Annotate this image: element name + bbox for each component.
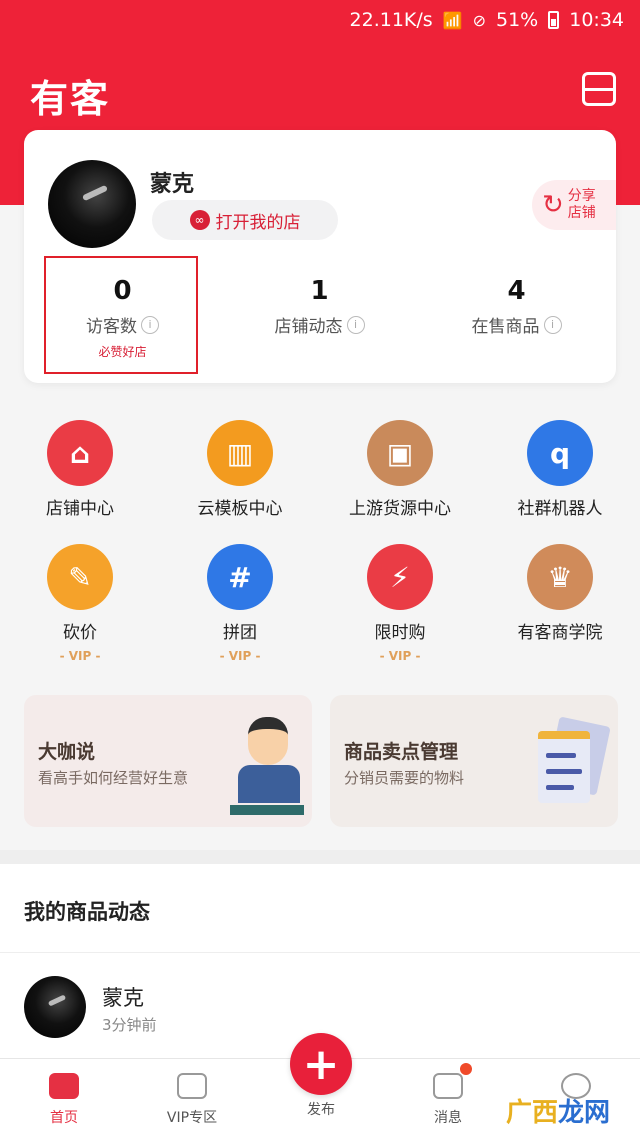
publish-button[interactable]: +: [290, 1033, 352, 1095]
battery-icon: [548, 11, 560, 29]
link-icon: ∞: [189, 210, 210, 230]
promo-card-selling-points[interactable]: 商品卖点管理 分销员需要的物料: [330, 695, 618, 827]
tab-label: 首页: [50, 1110, 78, 1126]
stat-label: 在售商品: [471, 317, 540, 337]
stat-products-on-sale[interactable]: 4 在售商品 i: [418, 270, 615, 370]
section-divider: [0, 850, 640, 864]
tool-label: 拼团: [223, 623, 257, 643]
stat-label-wrap: 在售商品 i: [418, 312, 615, 337]
info-icon[interactable]: i: [543, 315, 562, 334]
tool-group-buy[interactable]: # 拼团 - VIP -: [160, 534, 320, 679]
shop-name: 蒙克: [150, 172, 195, 197]
tool-bargain[interactable]: ✎ 砍价 - VIP -: [0, 534, 160, 679]
box-icon: ▣: [367, 420, 433, 486]
group-buy-icon: #: [207, 544, 273, 610]
template-icon: ▥: [207, 420, 273, 486]
vip-tag: - VIP -: [379, 649, 421, 663]
stat-visitors[interactable]: 0 访客数 i 必赞好店: [24, 256, 221, 374]
stats-row: 0 访客数 i 必赞好店 1 店铺动态 i 4 在售商品 i: [24, 256, 616, 374]
tools-row: ⌂ 店铺中心 ▥ 云模板中心 ▣ 上游货源中心 q 社群机器人: [0, 410, 640, 534]
tool-academy[interactable]: ♛ 有客商学院: [480, 534, 640, 679]
vip-tag: - VIP -: [219, 649, 261, 663]
highlight-box: [44, 256, 198, 374]
unread-badge: [460, 1063, 472, 1075]
share-icon: ↻: [542, 190, 564, 220]
documents-illustration: [538, 716, 611, 805]
tool-community-bot[interactable]: q 社群机器人: [480, 410, 640, 534]
promo-title: 商品卖点管理: [344, 741, 459, 763]
network-speed: 22.11K/s: [349, 9, 433, 31]
home-icon: [49, 1073, 79, 1099]
post-avatar[interactable]: [24, 976, 86, 1038]
tool-label: 社群机器人: [517, 499, 603, 519]
publish-label: 发布: [307, 1102, 335, 1118]
promo-card-talks[interactable]: 大咖说 看高手如何经营好生意: [24, 695, 312, 827]
open-shop-button[interactable]: ∞ 打开我的店: [152, 200, 338, 240]
open-shop-label: 打开我的店: [215, 212, 301, 233]
info-icon[interactable]: i: [346, 315, 365, 334]
divider: [0, 952, 640, 953]
wifi-icon: 📶: [442, 10, 463, 30]
vip-tag: - VIP -: [59, 649, 101, 663]
post-author: 蒙克: [102, 986, 144, 1010]
tool-store-center[interactable]: ⌂ 店铺中心: [0, 410, 160, 534]
profile-card: 蒙克 ∞ 打开我的店 ↻ 分享店铺 0 访客数 i 必赞好店 1 店铺动态 i …: [24, 130, 616, 383]
stat-label-wrap: 店铺动态 i: [221, 312, 418, 337]
tool-supply-center[interactable]: ▣ 上游货源中心: [320, 410, 480, 534]
tool-label: 砍价: [63, 623, 97, 643]
tool-template-center[interactable]: ▥ 云模板中心: [160, 410, 320, 534]
flash-sale-icon: ⚡: [367, 544, 433, 610]
promo-subtitle: 看高手如何经营好生意: [38, 769, 189, 787]
share-shop-button[interactable]: ↻ 分享店铺: [532, 180, 616, 230]
speaker-illustration: [230, 717, 304, 815]
tool-label: 云模板中心: [197, 499, 283, 519]
tool-label: 上游货源中心: [349, 499, 451, 519]
message-icon: [433, 1073, 463, 1099]
tools-grid: ⌂ 店铺中心 ▥ 云模板中心 ▣ 上游货源中心 q 社群机器人 ✎ 砍价 - V…: [0, 410, 640, 679]
robot-icon: q: [527, 420, 593, 486]
tool-label: 店铺中心: [46, 499, 114, 519]
share-label: 分享店铺: [567, 188, 596, 221]
stat-value: 1: [310, 276, 329, 306]
status-bar: 22.11K/s 📶 ⊘ 51% 10:34: [0, 0, 640, 40]
dnd-icon: ⊘: [472, 10, 486, 30]
avatar[interactable]: [48, 160, 136, 248]
tool-label: 有客商学院: [517, 623, 603, 643]
promo-title: 大咖说: [38, 741, 96, 763]
price-tag-icon: ✎: [47, 544, 113, 610]
app-logo: 有客: [30, 77, 111, 121]
tab-label: 消息: [434, 1110, 462, 1126]
battery-percent: 51%: [496, 9, 539, 31]
watermark: 广西龙网: [506, 1092, 610, 1129]
tab-messages[interactable]: 消息: [384, 1059, 512, 1137]
watermark-part2: 龙网: [557, 1098, 610, 1128]
tab-home[interactable]: 首页: [0, 1059, 128, 1137]
stat-value: 4: [507, 276, 526, 306]
post-time: 3分钟前: [102, 1016, 157, 1034]
stat-label: 店铺动态: [274, 317, 343, 337]
tool-label: 限时购: [374, 623, 426, 643]
stat-shop-activity[interactable]: 1 店铺动态 i: [221, 270, 418, 370]
feed-title: 我的商品动态: [24, 900, 150, 924]
store-icon: ⌂: [47, 420, 113, 486]
promo-subtitle: 分销员需要的物料: [344, 769, 465, 787]
watermark-part1: 广西: [505, 1098, 558, 1128]
tool-flash-sale[interactable]: ⚡ 限时购 - VIP -: [320, 534, 480, 679]
tab-label: VIP专区: [166, 1110, 218, 1126]
tab-vip[interactable]: VIP专区: [128, 1059, 256, 1137]
crown-icon: ♛: [527, 544, 593, 610]
clock: 10:34: [569, 9, 624, 31]
scan-menu-icon[interactable]: [582, 72, 616, 106]
vip-crown-icon: [177, 1073, 207, 1099]
tools-row: ✎ 砍价 - VIP - # 拼团 - VIP - ⚡ 限时购 - VIP - …: [0, 534, 640, 679]
